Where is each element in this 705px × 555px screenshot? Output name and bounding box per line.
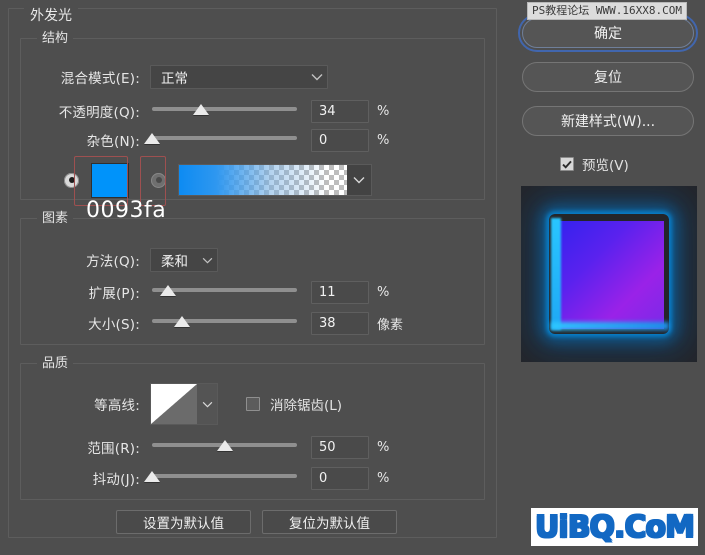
- size-input[interactable]: 38: [311, 311, 369, 335]
- elements-group-title: 图素: [37, 211, 74, 226]
- range-value: 50: [319, 439, 336, 455]
- color-fill-radio-dot: [68, 177, 75, 183]
- blend-mode-row: 混合模式(E): 正常: [32, 64, 472, 90]
- bottom-watermark-text: UiBQ.CoM: [534, 509, 695, 546]
- style-preview-thumbnail: [521, 186, 697, 362]
- technique-select[interactable]: 柔和: [150, 248, 218, 272]
- noise-label: 杂色(N):: [86, 134, 140, 150]
- spread-value: 11: [319, 284, 336, 300]
- preview-control[interactable]: 预览(V): [560, 154, 629, 174]
- size-row: 大小(S): 38 像素: [32, 311, 472, 335]
- preview-square: [556, 221, 664, 329]
- blend-mode-label: 混合模式(E):: [60, 71, 140, 87]
- chevron-down-icon: [196, 252, 213, 268]
- jitter-value: 0: [319, 470, 328, 486]
- size-label: 大小(S):: [88, 317, 140, 333]
- contour-curve-icon: [151, 384, 197, 424]
- jitter-label: 抖动(J):: [92, 472, 140, 488]
- size-slider[interactable]: [152, 314, 297, 332]
- opacity-slider[interactable]: [152, 102, 297, 120]
- contour-row: 等高线: 消除锯齿(L): [32, 382, 472, 426]
- spread-label: 扩展(P):: [88, 286, 140, 302]
- make-default-label: 设置为默认值: [143, 516, 224, 532]
- opacity-unit: %: [377, 103, 390, 119]
- chevron-down-icon: [301, 69, 323, 85]
- checkmark-icon: [562, 160, 572, 169]
- top-watermark: PS教程论坛 WWW.16XX8.COM: [527, 2, 687, 20]
- jitter-slider-track: [152, 474, 297, 478]
- jitter-slider[interactable]: [144, 469, 297, 487]
- anti-alias-checkbox[interactable]: [246, 397, 260, 411]
- new-style-button[interactable]: 新建样式(W)...: [522, 106, 694, 136]
- size-slider-thumb[interactable]: [174, 316, 191, 327]
- blend-mode-value: 正常: [161, 71, 188, 87]
- jitter-input[interactable]: 0: [311, 466, 369, 490]
- quality-group-title: 品质: [37, 356, 74, 371]
- range-input[interactable]: 50: [311, 435, 369, 459]
- anti-alias-label: 消除锯齿(L): [270, 398, 343, 414]
- chevron-down-icon[interactable]: [197, 384, 217, 424]
- new-style-button-label: 新建样式(W)...: [560, 114, 656, 130]
- size-unit: 像素: [377, 317, 404, 333]
- blend-mode-select[interactable]: 正常: [150, 65, 328, 89]
- opacity-value: 34: [319, 103, 336, 119]
- reset-default-label: 复位为默认值: [289, 516, 370, 532]
- noise-input[interactable]: 0: [311, 128, 369, 152]
- color-fill-radio[interactable]: [64, 172, 79, 188]
- dialog-title: 外发光: [24, 8, 78, 24]
- noise-slider[interactable]: [144, 131, 297, 149]
- technique-label: 方法(Q):: [86, 254, 140, 270]
- opacity-slider-thumb[interactable]: [193, 104, 210, 115]
- noise-unit: %: [377, 132, 390, 148]
- gradient-fill-radio[interactable]: [151, 172, 166, 188]
- noise-slider-thumb[interactable]: [144, 133, 160, 144]
- spread-row: 扩展(P): 11 %: [32, 280, 472, 304]
- jitter-row: 抖动(J): 0 %: [32, 466, 472, 490]
- glow-color-swatch[interactable]: [91, 162, 129, 198]
- spread-slider[interactable]: [152, 283, 297, 301]
- structure-group-title: 结构: [37, 31, 74, 46]
- range-unit: %: [377, 439, 390, 455]
- opacity-slider-track: [152, 107, 297, 111]
- range-label: 范围(R):: [87, 441, 140, 457]
- preview-square-bottom-glow: [551, 322, 669, 330]
- technique-row: 方法(Q): 柔和: [32, 247, 472, 273]
- jitter-slider-thumb[interactable]: [144, 471, 160, 482]
- spread-input[interactable]: 11: [311, 280, 369, 304]
- noise-value: 0: [319, 132, 328, 148]
- range-slider-thumb[interactable]: [216, 440, 233, 451]
- preview-checkbox[interactable]: [560, 157, 574, 171]
- size-value: 38: [319, 315, 336, 331]
- noise-slider-track: [152, 136, 297, 140]
- outer-glow-dialog: 外发光 结构 混合模式(E): 正常 不透明度(Q): 34 % 杂色(N): …: [0, 0, 705, 555]
- technique-value: 柔和: [161, 254, 188, 270]
- fill-type-row: [64, 160, 484, 200]
- gradient-picker[interactable]: [178, 164, 372, 196]
- range-row: 范围(R): 50 %: [32, 435, 472, 459]
- opacity-label: 不透明度(Q):: [58, 105, 140, 121]
- jitter-unit: %: [377, 470, 390, 486]
- ok-button-label: 确定: [594, 26, 622, 42]
- gradient-preview[interactable]: [179, 165, 347, 195]
- bottom-watermark: UiBQ.CoM: [531, 508, 698, 546]
- anti-alias-control[interactable]: 消除锯齿(L): [246, 394, 342, 414]
- contour-label: 等高线:: [94, 398, 140, 414]
- make-default-button[interactable]: 设置为默认值: [116, 510, 251, 534]
- reset-default-button[interactable]: 复位为默认值: [262, 510, 397, 534]
- gradient-fill-radio-dot: [155, 177, 162, 183]
- opacity-input[interactable]: 34: [311, 99, 369, 123]
- range-slider[interactable]: [152, 438, 297, 456]
- reset-button[interactable]: 复位: [522, 62, 694, 92]
- dialog-left-pane: 外发光 结构 混合模式(E): 正常 不透明度(Q): 34 % 杂色(N): …: [0, 0, 505, 555]
- noise-row: 杂色(N): 0 %: [32, 128, 472, 152]
- contour-picker[interactable]: [150, 383, 218, 425]
- chevron-down-icon[interactable]: [347, 165, 371, 195]
- reset-button-label: 复位: [594, 70, 622, 86]
- preview-label: 预览(V): [582, 158, 629, 174]
- spread-slider-thumb[interactable]: [159, 285, 176, 296]
- ok-button[interactable]: 确定: [522, 18, 694, 48]
- spread-unit: %: [377, 284, 390, 300]
- opacity-row: 不透明度(Q): 34 %: [32, 99, 472, 123]
